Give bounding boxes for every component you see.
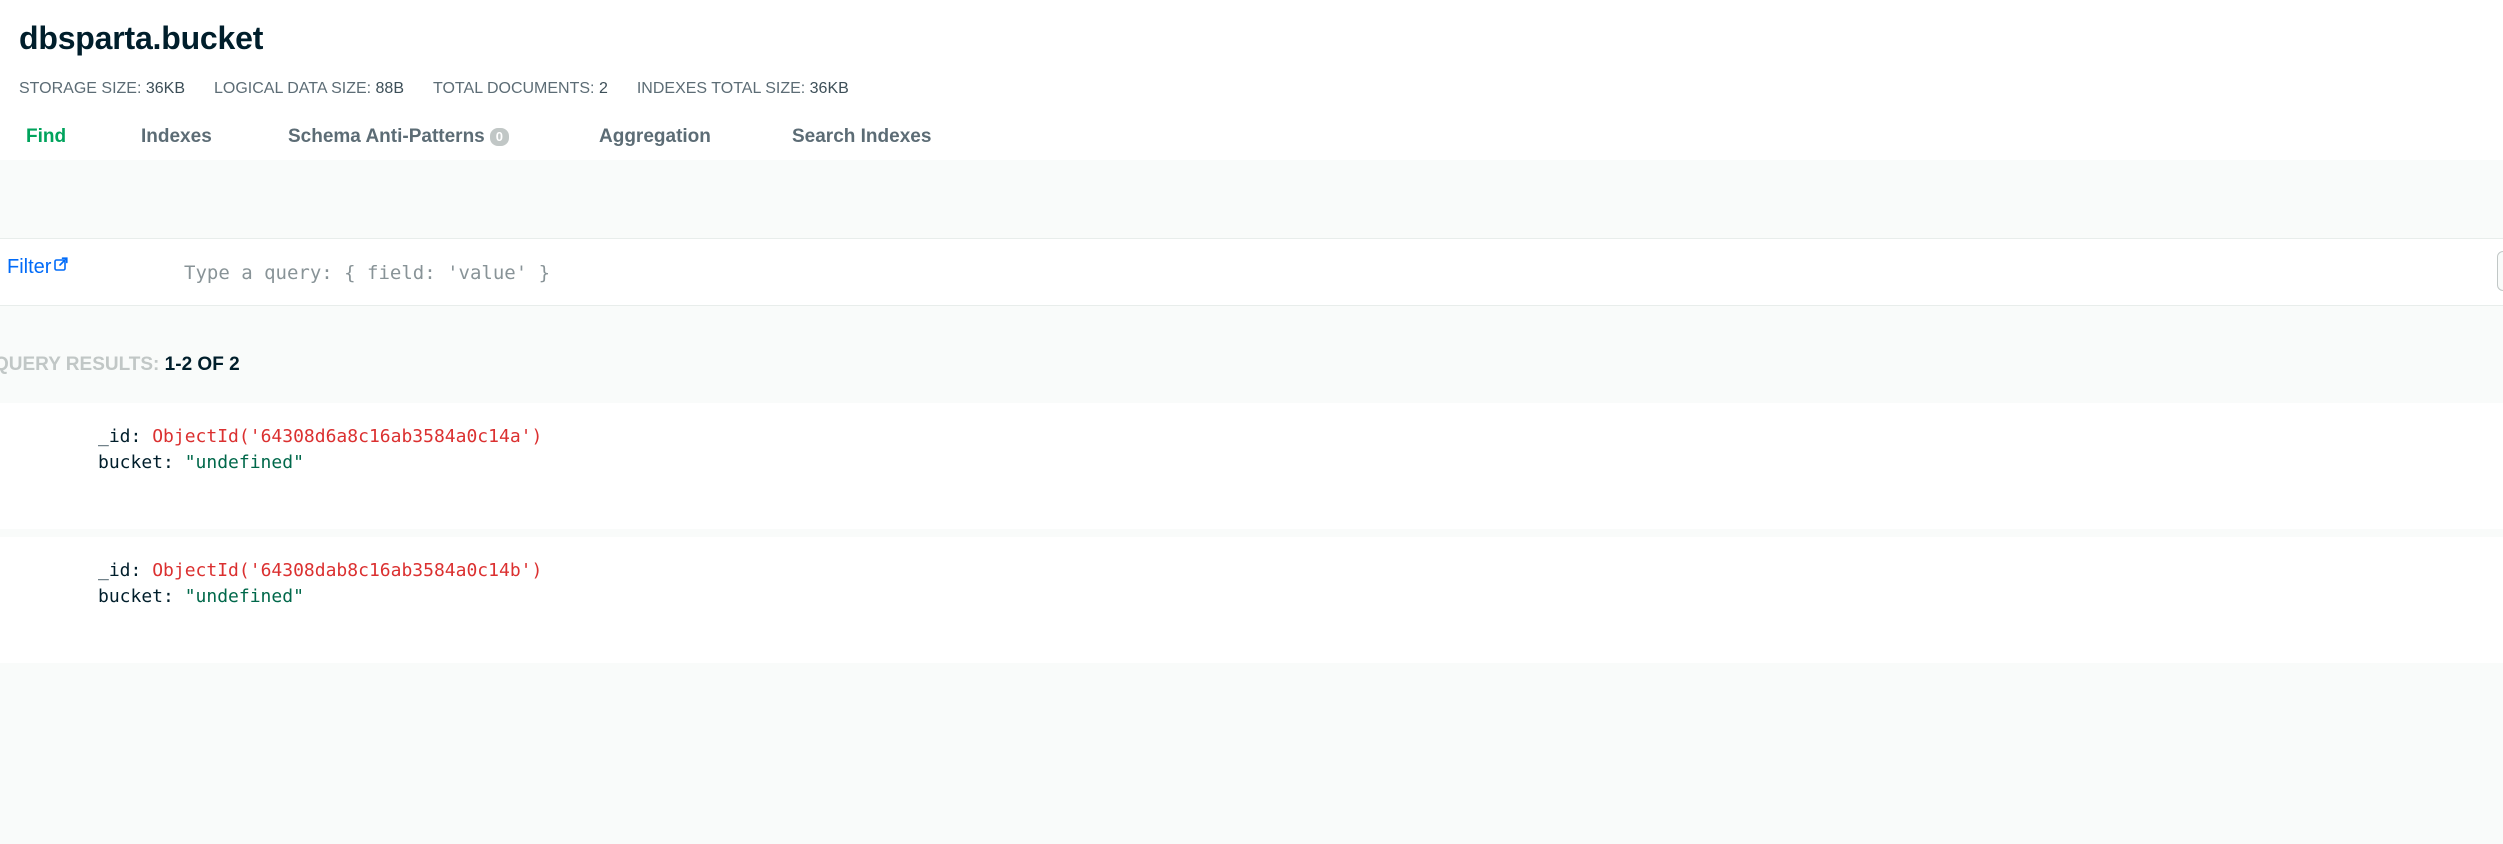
tab-label: Find: [26, 126, 67, 147]
filter-input[interactable]: [184, 259, 2464, 287]
query-results-header: QUERY RESULTS: 1-2 OF 2: [0, 354, 240, 376]
stat-label: LOGICAL DATA SIZE:: [214, 80, 372, 97]
tab-label: Search Indexes: [792, 126, 932, 147]
field-value-objectid: ObjectId('64308dab8c16ab3584a0c14b'): [152, 560, 543, 581]
toolbar-area: [0, 160, 2503, 238]
field-key: _id:: [98, 560, 142, 581]
collection-stats: STORAGE SIZE: 36KB LOGICAL DATA SIZE: 88…: [19, 80, 878, 98]
document-field-bucket: bucket: "undefined": [98, 452, 304, 474]
results-label: QUERY RESULTS:: [0, 354, 160, 375]
document-card[interactable]: _id: ObjectId('64308dab8c16ab3584a0c14b'…: [0, 537, 2503, 663]
stat-indexes-total-size: INDEXES TOTAL SIZE: 36KB: [637, 80, 849, 98]
tab-label: Indexes: [141, 126, 212, 147]
tab-find[interactable]: Find: [26, 126, 66, 148]
stat-value: 36KB: [145, 80, 185, 97]
collection-title: dbsparta.bucket: [19, 20, 264, 56]
stat-storage-size: STORAGE SIZE: 36KB: [19, 80, 185, 98]
stat-value: 2: [598, 80, 608, 97]
options-button-edge[interactable]: [2497, 251, 2503, 291]
document-field-id: _id: ObjectId('64308dab8c16ab3584a0c14b'…: [98, 560, 542, 582]
document-field-bucket: bucket: "undefined": [98, 586, 304, 608]
field-value-string: "undefined": [184, 586, 304, 607]
tab-schema-anti-patterns[interactable]: Schema Anti-Patterns 0: [288, 126, 509, 148]
document-field-id: _id: ObjectId('64308d6a8c16ab3584a0c14a'…: [98, 426, 542, 448]
filter-link[interactable]: Filter: [7, 254, 69, 279]
stat-total-documents: TOTAL DOCUMENTS: 2: [433, 80, 608, 98]
tab-indexes[interactable]: Indexes: [141, 126, 212, 148]
field-key: bucket:: [98, 452, 174, 473]
stat-label: STORAGE SIZE:: [19, 80, 142, 97]
tab-count-badge: 0: [489, 128, 509, 146]
query-results-area: QUERY RESULTS: 1-2 OF 2 _id: ObjectId('6…: [0, 306, 2503, 844]
tab-aggregation[interactable]: Aggregation: [599, 126, 711, 148]
field-key: bucket:: [98, 586, 174, 607]
filter-bar: Filter: [0, 238, 2503, 306]
tab-label: Schema Anti-Patterns: [288, 126, 485, 147]
stat-logical-data-size: LOGICAL DATA SIZE: 88B: [214, 80, 404, 98]
tab-search-indexes[interactable]: Search Indexes: [792, 126, 931, 148]
tab-label: Aggregation: [599, 126, 711, 147]
collection-tabs: Find Indexes Schema Anti-Patterns 0 Aggr…: [0, 126, 2503, 160]
stat-value: 36KB: [809, 80, 849, 97]
stat-value: 88B: [375, 80, 404, 97]
field-value-string: "undefined": [184, 452, 304, 473]
field-value-objectid: ObjectId('64308d6a8c16ab3584a0c14a'): [152, 426, 543, 447]
filter-label: Filter: [7, 256, 52, 278]
document-card[interactable]: _id: ObjectId('64308d6a8c16ab3584a0c14a'…: [0, 403, 2503, 529]
stat-label: INDEXES TOTAL SIZE:: [636, 80, 806, 97]
stat-label: TOTAL DOCUMENTS:: [433, 80, 595, 97]
results-range: 1-2 OF 2: [164, 354, 240, 375]
external-link-icon: [54, 254, 69, 277]
field-key: _id:: [98, 426, 142, 447]
